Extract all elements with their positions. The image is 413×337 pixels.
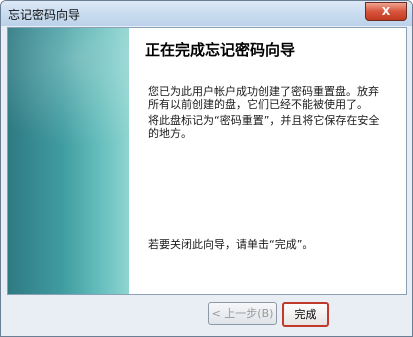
banner-shine [8, 28, 129, 148]
wizard-window: 忘记密码向导 X 正在完成忘记密码向导 您已为此用户帐户成功创建了密码重置盘。放… [0, 0, 413, 337]
window-title: 忘记密码向导 [8, 8, 81, 22]
completion-message: 您已为此用户帐户成功创建了密码重置盘。放弃所有以前创建的盘，它们已经不能被使用了… [148, 85, 379, 111]
finish-button[interactable]: 完成 [282, 302, 329, 327]
title-bar[interactable]: 忘记密码向导 X [1, 1, 412, 26]
wizard-client-area: 正在完成忘记密码向导 您已为此用户帐户成功创建了密码重置盘。放弃所有以前创建的盘… [7, 27, 407, 295]
close-instruction: 若要关闭此向导，请单击“完成”。 [148, 238, 314, 251]
storage-instruction: 将此盘标记为“密码重置”，并且将它保存在安全的地方。 [148, 114, 380, 140]
back-button[interactable]: < 上一步(B) [208, 302, 277, 325]
close-icon: X [381, 5, 391, 18]
close-button[interactable]: X [365, 2, 407, 21]
wizard-heading: 正在完成忘记密码向导 [145, 41, 296, 59]
wizard-side-banner [8, 28, 129, 294]
wizard-button-bar: < 上一步(B) 完成 [1, 294, 412, 336]
